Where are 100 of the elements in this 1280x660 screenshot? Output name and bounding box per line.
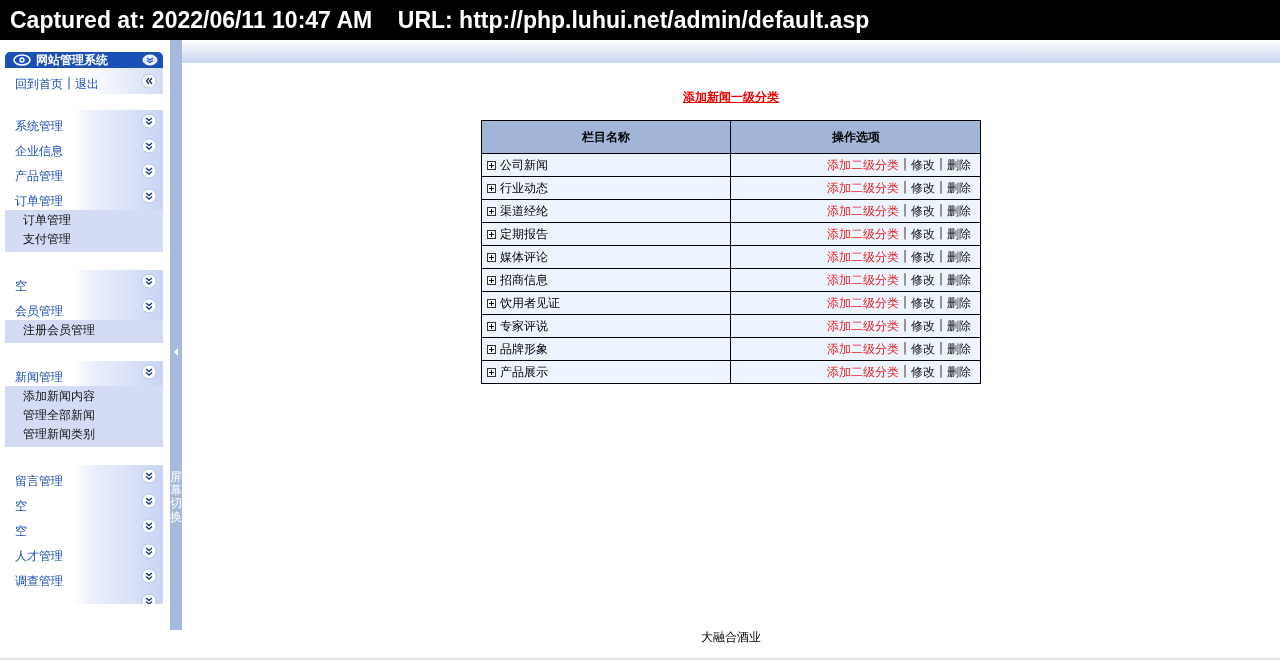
submenu-item[interactable]: 支付管理 [23,230,71,249]
action-link[interactable]: 修改 [910,294,935,312]
separator: | [902,340,907,357]
action-link[interactable]: 添加二级分类 [826,294,899,312]
action-link[interactable]: 添加二级分类 [826,363,899,381]
submenu-item[interactable]: 管理新闻类别 [23,425,95,444]
action-link[interactable]: 添加二级分类 [826,202,899,220]
expand-plus-icon[interactable] [487,275,496,285]
double-chevron-down-icon[interactable] [141,273,157,289]
double-chevron-down-icon[interactable] [141,568,157,584]
action-link[interactable]: 修改 [910,363,935,381]
double-chevron-down-icon[interactable] [141,188,157,204]
double-chevron-down-icon[interactable] [141,468,157,484]
double-chevron-down-icon[interactable] [141,493,157,509]
action-link[interactable]: 删除 [947,156,971,174]
action-link[interactable]: 修改 [910,248,935,266]
action-link[interactable]: 修改 [910,340,935,358]
menu-category[interactable]: 会员管理 [15,303,63,320]
action-link[interactable]: 删除 [947,179,971,197]
logout-link[interactable]: 退出 [75,75,100,93]
action-link[interactable]: 添加二级分类 [826,156,899,174]
submenu-item[interactable]: 添加新闻内容 [23,387,95,406]
double-chevron-down-icon[interactable] [141,298,157,314]
menu-category[interactable]: 产品管理 [15,168,63,185]
menu-category[interactable]: 调查管理 [15,573,63,590]
action-link[interactable]: 修改 [910,156,935,174]
action-link[interactable]: 添加二级分类 [826,248,899,266]
expand-plus-icon[interactable] [487,252,496,262]
action-link[interactable]: 删除 [947,294,971,312]
category-name: 品牌形象 [500,340,548,358]
double-chevron-down-icon[interactable] [141,518,157,534]
separator: | [902,294,907,311]
submenu-item[interactable]: 注册会员管理 [23,321,95,340]
menu-category[interactable]: 人才管理 [15,548,63,565]
action-link[interactable]: 修改 [910,225,935,243]
separator: | [938,248,943,265]
category-name: 专家评说 [500,317,548,335]
action-link[interactable]: 修改 [910,179,935,197]
action-link[interactable]: 删除 [947,340,971,358]
double-chevron-down-icon[interactable] [141,364,157,380]
expand-plus-icon[interactable] [487,229,496,239]
action-link[interactable]: 修改 [910,202,935,220]
menu-category[interactable]: 新闻管理 [15,369,63,386]
action-link[interactable]: 修改 [910,271,935,289]
category-name: 定期报告 [500,225,548,243]
submenu-item[interactable]: 管理全部新闻 [23,406,95,425]
separator: | [938,363,943,380]
menu-category[interactable]: 空 [15,523,27,540]
separator: | [938,179,943,196]
double-chevron-down-icon[interactable] [141,113,157,129]
separator: | [938,340,943,357]
separator: | [902,271,907,288]
separator: | [938,202,943,219]
double-chevron-down-icon[interactable] [141,543,157,559]
action-link[interactable]: 删除 [947,202,971,220]
separator: | [902,248,907,265]
expand-plus-icon[interactable] [487,367,496,377]
action-link[interactable]: 添加二级分类 [826,317,899,335]
action-link[interactable]: 添加二级分类 [826,340,899,358]
separator: | [938,294,943,311]
action-link[interactable]: 删除 [947,317,971,335]
action-link[interactable]: 添加二级分类 [826,225,899,243]
double-chevron-left-icon[interactable] [141,73,157,89]
triangle-left-icon [174,348,178,356]
add-category-link[interactable]: 添加新闻一级分类 [683,89,779,105]
category-name: 饮用者见证 [500,294,560,312]
category-name: 公司新闻 [500,156,548,174]
expand-plus-icon[interactable] [487,298,496,308]
double-chevron-down-icon[interactable] [141,163,157,179]
category-name: 产品展示 [500,363,548,381]
capture-bar: Captured at: 2022/06/11 10:47 AM URL: http://php.luhui.net/admin/default.asp [0,0,1280,40]
action-link[interactable]: 删除 [947,363,971,381]
double-chevron-down-icon[interactable] [141,138,157,154]
sidebar-title: 网站管理系统 [36,52,109,68]
expand-plus-icon[interactable] [487,183,496,193]
separator: | [938,225,943,242]
chevron-down-icon[interactable] [142,54,158,66]
menu-category[interactable]: 空 [15,498,27,515]
expand-plus-icon[interactable] [487,206,496,216]
separator: | [902,202,907,219]
home-link[interactable]: 回到首页 [15,75,63,93]
expand-plus-icon[interactable] [487,321,496,331]
action-link[interactable]: 删除 [947,248,971,266]
separator: | [938,271,943,288]
separator: | [902,317,907,334]
action-link[interactable]: 修改 [910,317,935,335]
menu-category[interactable]: 企业信息 [15,143,63,160]
action-link[interactable]: 添加二级分类 [826,271,899,289]
menu-category[interactable]: 空 [15,278,27,295]
action-link[interactable]: 删除 [947,271,971,289]
menu-category[interactable]: 订单管理 [15,193,63,210]
separator: | [67,75,72,92]
action-link[interactable]: 添加二级分类 [826,179,899,197]
menu-category[interactable]: 系统管理 [15,118,63,135]
menu-category[interactable]: 留言管理 [15,473,63,490]
category-name: 媒体评论 [500,248,548,266]
expand-plus-icon[interactable] [487,160,496,170]
action-link[interactable]: 删除 [947,225,971,243]
expand-plus-icon[interactable] [487,344,496,354]
submenu-item[interactable]: 订单管理 [23,211,71,230]
